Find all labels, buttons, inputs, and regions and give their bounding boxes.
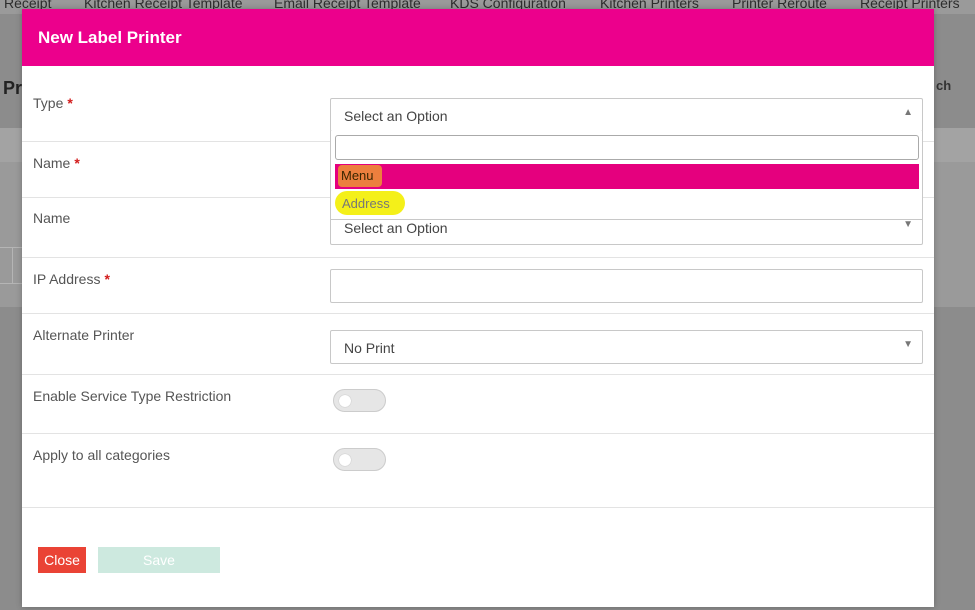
type-select-value: Select an Option: [344, 108, 448, 124]
type-label-text: Type: [33, 95, 64, 111]
type-dropdown-panel: Menu Address: [330, 131, 923, 220]
close-button[interactable]: Close: [38, 547, 86, 573]
ip-address-input[interactable]: [330, 269, 923, 303]
dropdown-option-menu[interactable]: Menu: [335, 164, 919, 189]
dropdown-option-label: Address: [342, 196, 390, 211]
bg-divider: [0, 283, 22, 284]
ip-address-label: IP Address *: [33, 271, 110, 287]
bg-divider: [12, 247, 13, 283]
type-select[interactable]: Select an Option ▲: [330, 98, 923, 132]
ip-address-label-text: IP Address: [33, 271, 101, 287]
name-select-label: Name: [33, 210, 71, 226]
footer-divider: [22, 507, 934, 508]
bg-page-heading: Pr: [3, 78, 23, 98]
alternate-printer-label: Alternate Printer: [33, 327, 135, 343]
alternate-printer-select[interactable]: No Print ▼: [330, 330, 923, 364]
toggle-knob: [339, 454, 351, 466]
service-type-restriction-row: Enable Service Type Restriction: [22, 375, 934, 434]
dropdown-option-address[interactable]: Address: [335, 191, 919, 216]
name-label-text: Name: [33, 155, 71, 171]
dropdown-option-label: Menu: [341, 168, 374, 183]
service-type-restriction-label: Enable Service Type Restriction: [33, 388, 232, 404]
alternate-printer-value: No Print: [344, 340, 395, 356]
type-label: Type *: [33, 95, 73, 111]
name-label: Name *: [33, 155, 80, 171]
required-mark: *: [104, 271, 110, 287]
new-label-printer-modal: New Label Printer Type * Select an Option…: [22, 9, 934, 607]
ip-address-row: IP Address *: [22, 258, 934, 314]
chevron-down-icon: ▼: [903, 219, 913, 230]
chevron-down-icon: ▼: [903, 339, 913, 350]
toggle-knob: [339, 395, 351, 407]
name-select-value: Select an Option: [344, 220, 448, 236]
caret-up-icon: ▲: [903, 107, 913, 118]
bg-search-label: ch: [936, 78, 952, 93]
required-mark: *: [67, 95, 73, 111]
alternate-printer-row: Alternate Printer No Print ▼: [22, 314, 934, 375]
modal-header: New Label Printer: [22, 9, 934, 66]
save-button[interactable]: Save: [98, 547, 220, 573]
dropdown-search-input[interactable]: [335, 135, 919, 160]
required-mark: *: [74, 155, 80, 171]
service-type-restriction-toggle[interactable]: [333, 389, 386, 412]
modal-title: New Label Printer: [38, 28, 182, 47]
apply-all-categories-label: Apply to all categories: [33, 447, 170, 463]
apply-all-categories-toggle[interactable]: [333, 448, 386, 471]
bg-divider: [0, 247, 22, 248]
